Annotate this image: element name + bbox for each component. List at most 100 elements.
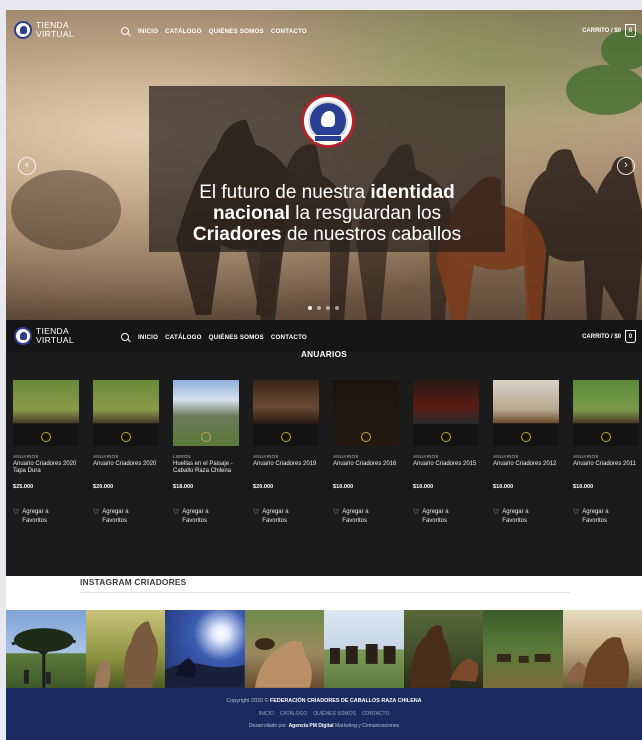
- slider-dot[interactable]: [317, 306, 321, 310]
- product-name[interactable]: Anuario Criadores 2012: [493, 461, 559, 483]
- product-category: ANUARIOS: [13, 454, 39, 459]
- anuario-emblem-icon: [361, 432, 371, 442]
- add-to-favorites-button[interactable]: ♡ Agregar a Favoritos: [173, 508, 239, 526]
- product-price: $10.000: [493, 484, 514, 490]
- instagram-photo[interactable]: [324, 610, 404, 688]
- product-price: $10.000: [573, 484, 594, 490]
- add-to-favorites-button[interactable]: ♡ Agregar a Favoritos: [573, 508, 639, 526]
- footer-link-catalogo[interactable]: CATÁLOGO: [280, 711, 307, 717]
- product-card[interactable]: ANUARIOS Anuario Criadores 2012 $10.000 ♡ Ag…: [493, 380, 559, 526]
- product-price: $20.000: [93, 484, 114, 490]
- cart-link[interactable]: CARRITO / $0 0: [582, 24, 636, 37]
- product-name[interactable]: Anuario Criadores 2016: [333, 461, 399, 483]
- footer-link-contacto[interactable]: CONTACTO: [362, 711, 390, 717]
- product-name[interactable]: Huellas en el Paisaje - Caballo Raza Chi…: [173, 461, 239, 483]
- product-category: ANUARIOS: [413, 454, 439, 459]
- product-name[interactable]: Anuario Criadores 2020 Tapa Dura: [13, 461, 79, 483]
- nav-inicio[interactable]: INICIO: [138, 28, 158, 35]
- nav-quienes-somos[interactable]: QUIÉNES SOMOS: [209, 28, 264, 35]
- product-card[interactable]: ANUARIOS Anuario Criadores 2015 $10.000 ♡ Ag…: [413, 380, 479, 526]
- cart-label: CARRITO / $0: [582, 27, 621, 34]
- product-thumbnail[interactable]: [13, 380, 79, 446]
- instagram-photo[interactable]: [165, 610, 245, 688]
- horse-logo-icon: [14, 21, 32, 39]
- product-thumbnail[interactable]: [413, 380, 479, 446]
- product-card[interactable]: ANUARIOS Anuario Criadores 2016 $10.000 ♡ Ag…: [333, 380, 399, 526]
- add-to-favorites-button[interactable]: ♡ Agregar a Favoritos: [413, 508, 479, 526]
- cart-label: CARRITO / $0: [582, 333, 621, 340]
- add-to-favorites-button[interactable]: ♡ Agregar a Favoritos: [493, 508, 559, 526]
- nav-inicio[interactable]: INICIO: [138, 334, 158, 341]
- instagram-photo[interactable]: [85, 610, 165, 688]
- product-card[interactable]: ANUARIOS Anuario Criadores 2011 $10.000 ♡ Ag…: [573, 380, 639, 526]
- footer-link-inicio[interactable]: INICIO: [259, 711, 274, 717]
- add-to-favorites-button[interactable]: ♡ Agregar a Favoritos: [333, 508, 399, 526]
- anuarios-title: ANUARIOS: [300, 350, 348, 359]
- instagram-title: INSTAGRAM CRIADORES: [80, 577, 187, 587]
- product-card[interactable]: ANUARIOS Anuario Criadores 2019 $20.000 ♡ Ag…: [253, 380, 319, 526]
- instagram-photo[interactable]: [403, 610, 483, 688]
- product-card[interactable]: ANUARIOS Anuario Criadores 2020 $20.000 ♡ Ag…: [93, 380, 159, 526]
- main-menu: INICIO CATÁLOGO QUIÉNES SOMOS CONTACTO: [121, 27, 307, 35]
- product-thumbnail[interactable]: [253, 380, 319, 446]
- instagram-photo[interactable]: [244, 610, 324, 688]
- hero-slider: TIENDA VIRTUAL INICIO CATÁLOGO QUIÉNES S…: [6, 10, 642, 320]
- nav-contacto[interactable]: CONTACTO: [271, 334, 307, 341]
- search-icon[interactable]: [121, 333, 129, 341]
- product-name[interactable]: Anuario Criadores 2020: [93, 461, 159, 483]
- instagram-photo[interactable]: [562, 610, 642, 688]
- anuario-emblem-icon: [41, 432, 51, 442]
- product-category: ANUARIOS: [333, 454, 359, 459]
- product-price: $25.000: [13, 484, 34, 490]
- store-logo[interactable]: TIENDA VIRTUAL: [14, 21, 74, 39]
- product-name[interactable]: Anuario Criadores 2011: [573, 461, 639, 483]
- slider-dot[interactable]: [326, 306, 330, 310]
- product-thumbnail[interactable]: [93, 380, 159, 446]
- add-to-favorites-button[interactable]: ♡ Agregar a Favoritos: [253, 508, 319, 526]
- heart-icon: ♡: [13, 509, 20, 516]
- product-category: ANUARIOS: [253, 454, 279, 459]
- product-card[interactable]: LIBROS Huellas en el Paisaje - Caballo Ra…: [173, 380, 239, 526]
- store-logo[interactable]: TIENDA VIRTUAL: [14, 327, 74, 345]
- product-name[interactable]: Anuario Criadores 2015: [413, 461, 479, 483]
- heart-icon: ♡: [413, 509, 420, 516]
- slider-dots: [308, 306, 339, 310]
- instagram-photo[interactable]: [6, 610, 86, 688]
- nav-quienes-somos[interactable]: QUIÉNES SOMOS: [209, 334, 264, 341]
- instagram-photo[interactable]: [483, 610, 563, 688]
- sticky-navigation: TIENDA VIRTUAL INICIO CATÁLOGO QUIÉNES S…: [6, 320, 642, 352]
- top-navigation: TIENDA VIRTUAL INICIO CATÁLOGO QUIÉNES S…: [6, 10, 642, 54]
- slider-prev-icon[interactable]: ‹: [18, 157, 36, 175]
- nav-catalogo[interactable]: CATÁLOGO: [165, 28, 202, 35]
- cart-link[interactable]: CARRITO / $0 0: [582, 330, 636, 343]
- anuario-emblem-icon: [121, 432, 131, 442]
- agency-link[interactable]: Agencia PM Digital: [289, 723, 334, 729]
- nav-catalogo[interactable]: CATÁLOGO: [165, 334, 202, 341]
- product-thumbnail[interactable]: [173, 380, 239, 446]
- copyright: Copyright 2020 © FEDERACIÓN CRIADORES DE…: [226, 698, 422, 704]
- cart-bag-icon: 0: [625, 330, 636, 343]
- seal-ribbon: [314, 135, 342, 142]
- anuario-emblem-icon: [601, 432, 611, 442]
- logo-line-2: VIRTUAL: [36, 29, 74, 39]
- product-thumbnail[interactable]: [573, 380, 639, 446]
- anuario-emblem-icon: [281, 432, 291, 442]
- slider-dot[interactable]: [335, 306, 339, 310]
- footer-link-quienes-somos[interactable]: QUIÉNES SOMOS: [313, 711, 356, 717]
- product-name[interactable]: Anuario Criadores 2019: [253, 461, 319, 483]
- add-to-favorites-button[interactable]: ♡ Agregar a Favoritos: [93, 508, 159, 526]
- instagram-divider: [80, 592, 570, 593]
- anuario-emblem-icon: [201, 432, 211, 442]
- slider-next-icon[interactable]: ›: [617, 157, 635, 175]
- product-thumbnail[interactable]: [333, 380, 399, 446]
- search-icon[interactable]: [121, 27, 129, 35]
- product-price: $20.000: [253, 484, 274, 490]
- anuario-emblem-icon: [521, 432, 531, 442]
- nav-contacto[interactable]: CONTACTO: [271, 28, 307, 35]
- hero-headline: El futuro de nuestra identidad nacional …: [192, 182, 462, 245]
- add-to-favorites-button[interactable]: ♡ Agregar a Favoritos: [13, 508, 79, 526]
- product-thumbnail[interactable]: [493, 380, 559, 446]
- product-card[interactable]: ANUARIOS Anuario Criadores 2020 Tapa Dura…: [13, 380, 79, 526]
- federation-seal-logo: [301, 94, 355, 148]
- slider-dot[interactable]: [308, 306, 312, 310]
